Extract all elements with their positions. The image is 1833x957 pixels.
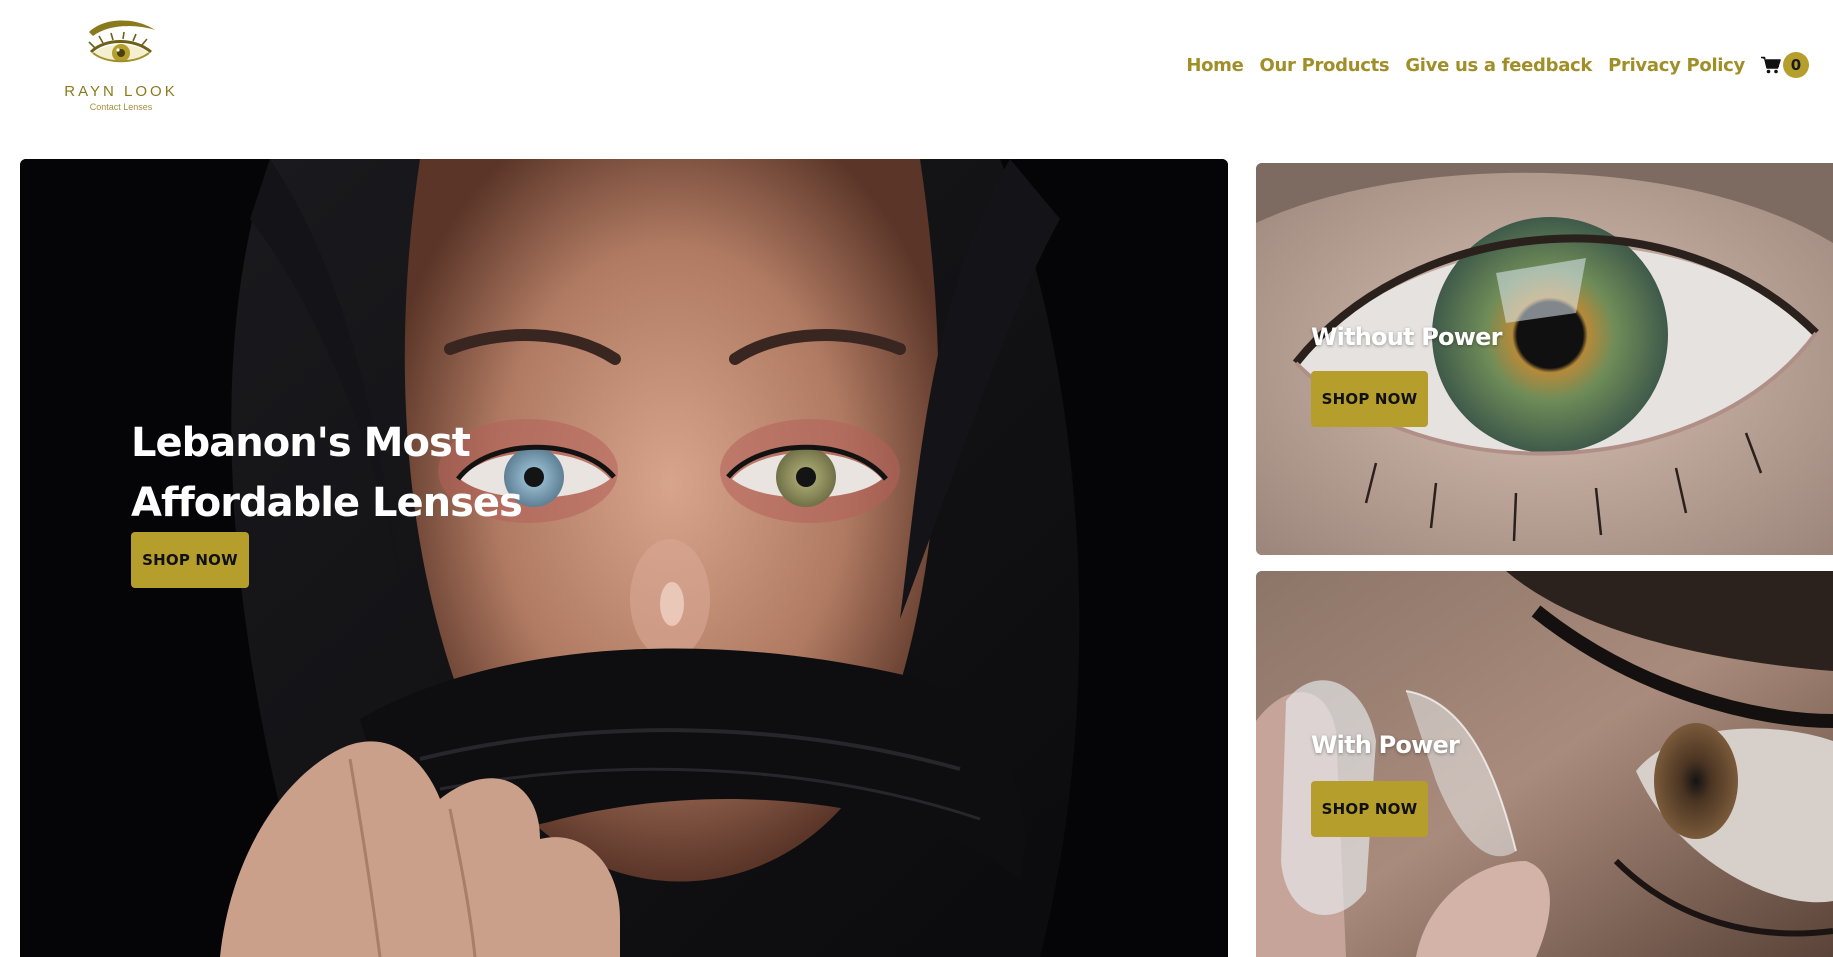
site-header: RAYN LOOK Contact Lenses Home Our Produc…: [0, 0, 1833, 140]
green-eye-image: [1256, 163, 1833, 555]
cart-button[interactable]: 0: [1761, 52, 1809, 78]
card-without-power[interactable]: Without Power SHOP NOW: [1256, 163, 1833, 555]
hero-shop-now-button[interactable]: SHOP NOW: [131, 532, 249, 588]
with-power-shop-now-button[interactable]: SHOP NOW: [1311, 781, 1428, 837]
nav-home[interactable]: Home: [1186, 55, 1244, 76]
card-title-with-power: With Power: [1311, 731, 1460, 759]
card-with-power[interactable]: With Power SHOP NOW: [1256, 571, 1833, 957]
nav-our-products[interactable]: Our Products: [1260, 55, 1390, 76]
brand-name: RAYN LOOK: [64, 83, 178, 100]
cart-count-badge: 0: [1783, 52, 1809, 78]
shopping-cart-icon: [1761, 56, 1781, 74]
hero-banner: Lebanon's Most Affordable Lenses SHOP NO…: [20, 159, 1228, 957]
hero-title: Lebanon's Most Affordable Lenses: [131, 420, 523, 526]
without-power-shop-now-button[interactable]: SHOP NOW: [1311, 371, 1428, 427]
nav-feedback[interactable]: Give us a feedback: [1405, 55, 1592, 76]
brand-logo[interactable]: RAYN LOOK Contact Lenses: [58, 18, 188, 118]
eye-logo-icon: [88, 20, 155, 63]
main-nav: Home Our Products Give us a feedback Pri…: [1186, 52, 1809, 78]
contact-lens-image: [1256, 571, 1833, 957]
brand-tagline: Contact Lenses: [89, 102, 153, 112]
card-title-without-power: Without Power: [1311, 323, 1502, 351]
nav-privacy-policy[interactable]: Privacy Policy: [1608, 55, 1745, 76]
